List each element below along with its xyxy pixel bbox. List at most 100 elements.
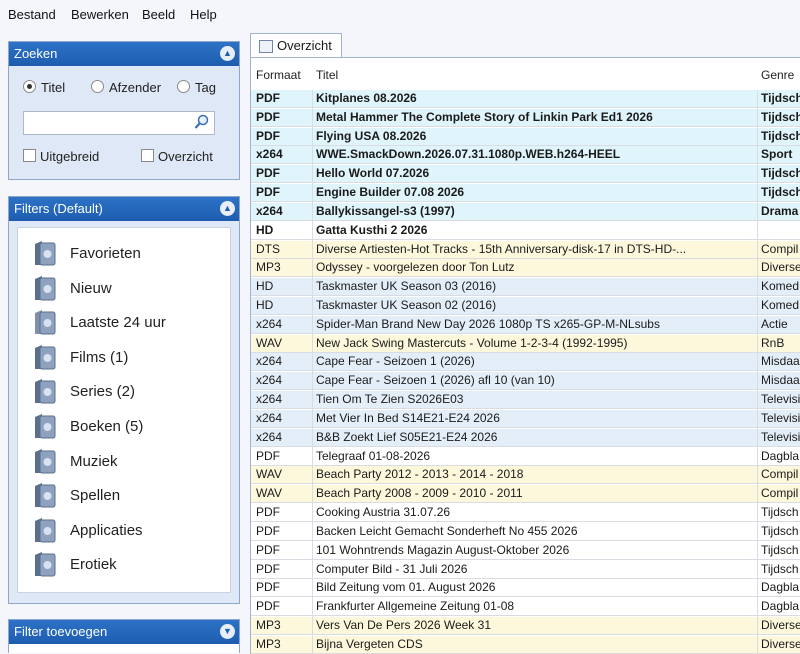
table-row[interactable]: x264 Cape Fear - Seizoen 1 (2026) afl 10 …: [251, 372, 800, 391]
cell-title: Metal Hammer The Complete Story of Linki…: [316, 109, 653, 124]
search-panel-header[interactable]: Zoeken ▲: [9, 42, 239, 66]
table-row[interactable]: x264 Spider-Man Brand New Day 2026 1080p …: [251, 315, 800, 334]
table-row[interactable]: PDF Bild Zeitung vom 01. August 2026 Dagbl…: [251, 579, 800, 598]
filter-item-label: Spellen: [70, 487, 121, 505]
favorites-icon: [32, 239, 58, 267]
table-row[interactable]: PDF 101 Wohntrends Magazin August-Oktober…: [251, 541, 800, 560]
search-input[interactable]: [23, 111, 215, 135]
cell-title: Hello World 07.2026: [316, 166, 430, 181]
filter-item-applicaties[interactable]: Applicaties: [22, 514, 212, 548]
grid-header: Formaat Titel Genre: [251, 58, 800, 91]
table-row[interactable]: MP3 Odyssey - voorgelezen door Ton Lutz Di…: [251, 259, 800, 278]
cell-title: Frankfurter Allgemeine Zeitung 01-08: [316, 599, 515, 614]
table-row[interactable]: PDF Backen Leicht Gemacht Sonderheft No 4…: [251, 522, 800, 541]
filter-item-laatste[interactable]: Laatste 24 uur: [22, 306, 212, 340]
cell-title: Cooking Austria 31.07.26: [316, 505, 451, 520]
table-row[interactable]: HD Taskmaster UK Season 03 (2016) Komed: [251, 278, 800, 297]
chevron-down-icon[interactable]: ▼: [220, 624, 235, 639]
filter-item-favorieten[interactable]: Favorieten: [22, 237, 212, 271]
book-icon: [32, 412, 58, 440]
filter-item-films[interactable]: Films (1): [22, 341, 212, 375]
menu-help[interactable]: Help: [190, 7, 217, 22]
menu-bewerken[interactable]: Bewerken: [71, 7, 129, 22]
add-filter-header[interactable]: Filter toevoegen ▼: [9, 620, 239, 644]
radio-titel[interactable]: Titel: [23, 80, 65, 95]
table-row[interactable]: PDF Kitplanes 08.2026 Tijdsch: [251, 90, 800, 108]
radio-dot-icon: [91, 80, 104, 93]
cell-format: x264: [256, 392, 283, 407]
menu-beeld[interactable]: Beeld: [142, 7, 175, 22]
cell-genre: Komed: [761, 279, 800, 294]
cell-genre: Misdaa: [761, 354, 800, 369]
cell-format: x264: [256, 373, 283, 388]
table-row[interactable]: x264 Cape Fear - Seizoen 1 (2026) Misdaa: [251, 353, 800, 372]
filter-item-nieuw[interactable]: Nieuw: [22, 272, 212, 306]
table-row[interactable]: x264 Ballykissangel-s3 (1997) Drama: [251, 202, 800, 221]
filter-item-muziek[interactable]: Muziek: [22, 445, 212, 479]
table-row[interactable]: PDF Engine Builder 07.08 2026 Tijdsch: [251, 184, 800, 203]
checkbox-overzicht[interactable]: Overzicht: [141, 149, 213, 164]
tab-overzicht[interactable]: Overzicht: [250, 33, 342, 57]
checkbox-overzicht-label: Overzicht: [158, 149, 213, 164]
tab-overzicht-label: Overzicht: [277, 38, 332, 53]
radio-afzender[interactable]: Afzender: [91, 80, 161, 95]
table-row[interactable]: PDF Metal Hammer The Complete Story of Li…: [251, 108, 800, 127]
cell-format: x264: [256, 429, 283, 444]
search-panel: Zoeken ▲ Titel Afzender Tag Uitgebreid O…: [8, 41, 240, 180]
column-header-formaat[interactable]: Formaat: [256, 68, 301, 82]
table-row[interactable]: HD Taskmaster UK Season 02 (2016) Komed: [251, 297, 800, 316]
cell-title: B&B Zoekt Lief S05E21-E24 2026: [316, 429, 498, 444]
table-row[interactable]: MP3 Vers Van De Pers 2026 Week 31 Diverse: [251, 616, 800, 635]
table-row[interactable]: WAV New Jack Swing Mastercuts - Volume 1-…: [251, 334, 800, 353]
table-row[interactable]: PDF Flying USA 08.2026 Tijdsch: [251, 127, 800, 146]
filter-item-boeken[interactable]: Boeken (5): [22, 410, 212, 444]
table-row[interactable]: WAV Beach Party 2008 - 2009 - 2010 - 2011…: [251, 485, 800, 504]
cell-format: PDF: [256, 580, 280, 595]
table-row[interactable]: MP3 Bijna Vergeten CDS Diverse: [251, 635, 800, 654]
search-icon[interactable]: [194, 114, 210, 130]
cell-genre: Actie: [761, 316, 788, 331]
column-header-genre[interactable]: Genre: [761, 68, 794, 82]
checkbox-uitgebreid[interactable]: Uitgebreid: [23, 149, 99, 164]
filter-item-label: Muziek: [70, 452, 118, 470]
checkbox-uitgebreid-label: Uitgebreid: [40, 149, 100, 164]
table-row[interactable]: PDF Computer Bild - 31 Juli 2026 Tijdsch: [251, 560, 800, 579]
cell-format: x264: [256, 203, 283, 218]
table-row[interactable]: WAV Beach Party 2012 - 2013 - 2014 - 2018…: [251, 466, 800, 485]
table-row[interactable]: x264 B&B Zoekt Lief S05E21-E24 2026 Televi…: [251, 428, 800, 447]
cell-title: Vers Van De Pers 2026 Week 31: [316, 617, 491, 632]
gamepad-icon: [32, 481, 58, 509]
filters-panel-header[interactable]: Filters (Default) ▲: [9, 197, 239, 221]
table-row[interactable]: PDF Hello World 07.2026 Tijdsch: [251, 165, 800, 184]
filter-item-erotiek[interactable]: Erotiek: [22, 548, 212, 582]
cell-genre: Tijdsch: [761, 505, 799, 520]
checkbox-box-icon: [23, 149, 36, 162]
chevron-up-icon[interactable]: ▲: [220, 46, 235, 61]
table-row[interactable]: x264 WWE.SmackDown.2026.07.31.1080p.WEB.h…: [251, 146, 800, 165]
chevron-up-icon[interactable]: ▲: [220, 201, 235, 216]
table-row[interactable]: HD Gatta Kusthi 2 2026: [251, 221, 800, 240]
table-row[interactable]: x264 Tien Om Te Zien S2026E03 Televisi: [251, 391, 800, 410]
music-icon: [32, 447, 58, 475]
radio-tag[interactable]: Tag: [177, 80, 216, 95]
radio-dot-icon: [23, 80, 36, 93]
cell-genre: Diverse: [761, 260, 800, 275]
filter-item-spellen[interactable]: Spellen: [22, 479, 212, 513]
filter-item-label: Laatste 24 uur: [70, 314, 166, 332]
table-row[interactable]: PDF Telegraaf 01-08-2026 Dagbla: [251, 447, 800, 466]
cell-genre: Televisi: [761, 429, 800, 444]
cell-title: Kitplanes 08.2026: [316, 91, 417, 105]
table-row[interactable]: x264 Met Vier In Bed S14E21-E24 2026 Telev…: [251, 409, 800, 428]
menu-bestand[interactable]: Bestand: [8, 7, 56, 22]
table-row[interactable]: PDF Frankfurter Allgemeine Zeitung 01-08 D…: [251, 598, 800, 617]
cell-format: HD: [256, 298, 274, 313]
cell-title: Tien Om Te Zien S2026E03: [316, 392, 464, 407]
column-divider: [312, 90, 313, 654]
table-row[interactable]: PDF Cooking Austria 31.07.26 Tijdsch: [251, 504, 800, 523]
cell-title: 101 Wohntrends Magazin August-Oktober 20…: [316, 542, 570, 557]
menu-bar: Bestand Bewerken Beeld Help: [0, 0, 800, 30]
table-row[interactable]: DTS Diverse Artiesten-Hot Tracks - 15th A…: [251, 240, 800, 259]
column-header-titel[interactable]: Titel: [316, 68, 338, 82]
cell-format: WAV: [256, 335, 282, 350]
filter-item-series[interactable]: Series (2): [22, 375, 212, 409]
